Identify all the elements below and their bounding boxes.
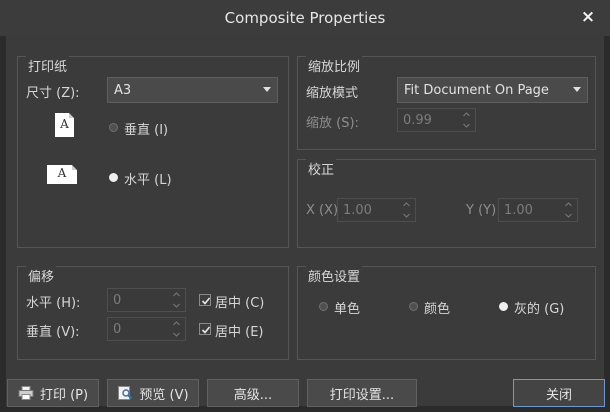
offset-vertical-spinner[interactable]: 0 xyxy=(107,317,186,341)
checkmark-icon xyxy=(201,297,211,305)
mono-label: 单色 xyxy=(334,302,361,317)
printer-icon xyxy=(18,386,34,400)
correction-y-spinner[interactable]: 1.00 xyxy=(498,198,578,222)
offset-vertical-value: 0 xyxy=(113,321,122,337)
correction-x-label: X (X) xyxy=(306,203,339,218)
color-group-title: 颜色设置 xyxy=(306,266,363,285)
chevron-down-icon xyxy=(573,87,581,92)
landscape-label: 水平 (L) xyxy=(124,173,172,188)
close-icon[interactable]: × xyxy=(576,5,600,29)
spin-down-icon[interactable] xyxy=(173,302,180,309)
close-button[interactable]: 关闭 xyxy=(513,379,605,407)
horizontal-center-checkbox[interactable] xyxy=(199,294,211,306)
print-setup-button-label: 打印设置... xyxy=(329,387,395,403)
paper-size-value: A3 xyxy=(114,82,132,98)
scale-mode-select[interactable]: Fit Document On Page xyxy=(397,77,588,103)
close-button-label: 关闭 xyxy=(545,387,572,403)
offset-group: 偏移 xyxy=(17,266,289,360)
print-button-label: 打印 (P) xyxy=(39,387,89,403)
correction-y-value: 1.00 xyxy=(504,202,533,218)
preview-button[interactable]: 预览 (V) xyxy=(107,379,199,407)
paper-size-label: 尺寸 (Z): xyxy=(26,86,80,101)
mono-radio[interactable] xyxy=(319,302,328,311)
scaling-group: 缩放比例 xyxy=(297,56,596,150)
vertical-center-label: 居中 (E) xyxy=(215,325,264,340)
portrait-page-icon: A xyxy=(55,113,74,137)
spin-down-icon[interactable] xyxy=(565,212,572,219)
portrait-radio[interactable] xyxy=(109,123,118,132)
scaling-group-title: 缩放比例 xyxy=(306,56,363,75)
checkmark-icon xyxy=(201,326,211,334)
print-button[interactable]: 打印 (P) xyxy=(7,379,99,407)
color-radio[interactable] xyxy=(409,302,418,311)
advanced-button-label: 高级... xyxy=(233,387,273,403)
offset-horizontal-label: 水平 (H): xyxy=(26,296,81,311)
portrait-label: 垂直 (I) xyxy=(124,123,169,138)
gray-radio[interactable] xyxy=(499,302,508,311)
spin-up-icon[interactable] xyxy=(173,320,180,327)
correction-y-label: Y (Y) xyxy=(466,203,497,218)
gray-label: 灰的 (G) xyxy=(514,302,565,317)
spin-down-icon[interactable] xyxy=(403,212,410,219)
scale-value: 0.99 xyxy=(403,112,432,128)
landscape-page-icon: A xyxy=(47,165,77,184)
spin-up-icon[interactable] xyxy=(463,111,470,118)
chevron-down-icon xyxy=(263,87,271,92)
paper-group-title: 打印纸 xyxy=(26,56,70,75)
spin-up-icon[interactable] xyxy=(173,291,180,298)
vertical-center-checkbox[interactable] xyxy=(199,323,211,335)
spin-up-icon[interactable] xyxy=(565,201,572,208)
preview-button-label: 预览 (V) xyxy=(139,387,189,403)
correction-group-title: 校正 xyxy=(306,159,337,178)
offset-horizontal-value: 0 xyxy=(113,292,122,308)
correction-x-spinner[interactable]: 1.00 xyxy=(337,198,416,222)
scale-mode-value: Fit Document On Page xyxy=(404,82,549,98)
window-title: Composite Properties xyxy=(224,9,386,27)
scale-label: 缩放 (S): xyxy=(306,116,359,131)
landscape-radio[interactable] xyxy=(109,173,118,182)
horizontal-center-label: 居中 (C) xyxy=(215,296,265,311)
print-setup-button[interactable]: 打印设置... xyxy=(307,379,417,407)
offset-group-title: 偏移 xyxy=(26,266,57,285)
advanced-button[interactable]: 高级... xyxy=(207,379,299,407)
preview-icon xyxy=(117,386,133,400)
paper-size-select[interactable]: A3 xyxy=(107,77,278,103)
scale-mode-label: 缩放模式 xyxy=(306,86,359,101)
spin-down-icon[interactable] xyxy=(463,122,470,129)
offset-horizontal-spinner[interactable]: 0 xyxy=(107,288,186,312)
spin-up-icon[interactable] xyxy=(403,201,410,208)
offset-vertical-label: 垂直 (V): xyxy=(26,325,80,340)
correction-x-value: 1.00 xyxy=(343,202,372,218)
spin-down-icon[interactable] xyxy=(173,331,180,338)
scale-spinner[interactable]: 0.99 xyxy=(397,108,476,132)
color-label: 颜色 xyxy=(424,302,451,317)
